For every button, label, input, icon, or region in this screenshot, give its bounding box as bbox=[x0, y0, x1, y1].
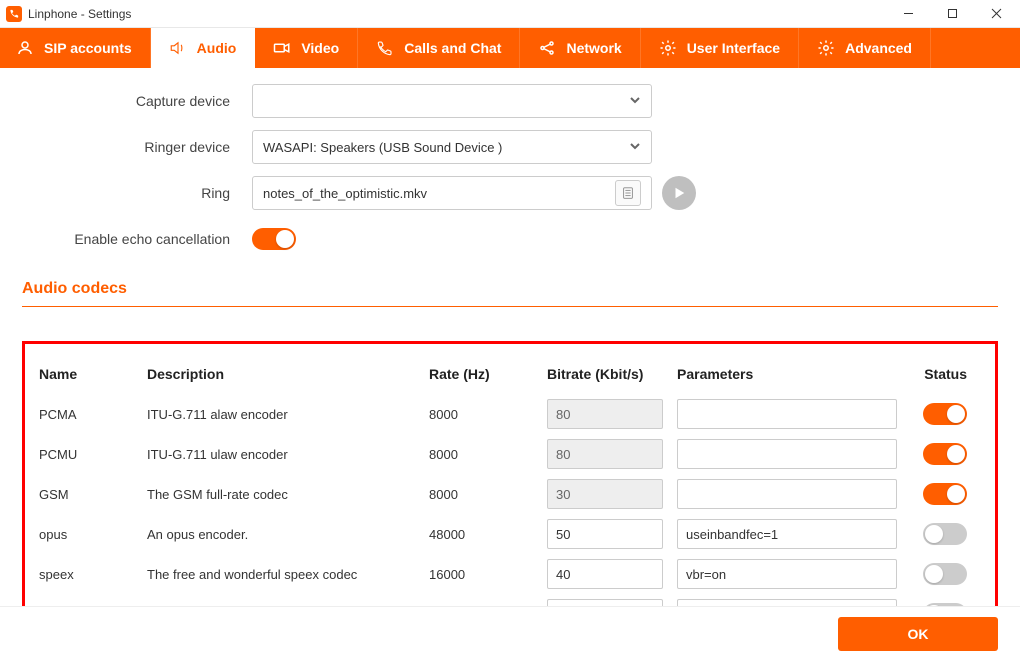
echo-cancel-label: Enable echo cancellation bbox=[22, 231, 252, 247]
select-value: WASAPI: Speakers (USB Sound Device ) bbox=[263, 140, 502, 155]
col-header-params: Parameters bbox=[677, 366, 907, 382]
params-input[interactable] bbox=[677, 559, 897, 589]
app-icon bbox=[6, 6, 22, 22]
codec-status-toggle[interactable] bbox=[923, 403, 967, 425]
col-header-status: Status bbox=[907, 366, 967, 382]
ringer-device-select[interactable]: WASAPI: Speakers (USB Sound Device ) bbox=[252, 130, 652, 164]
audio-codecs-heading: Audio codecs bbox=[22, 280, 998, 307]
tab-audio[interactable]: Audio bbox=[151, 28, 256, 68]
codec-name: opus bbox=[39, 527, 147, 542]
echo-cancel-toggle[interactable] bbox=[252, 228, 296, 250]
codec-rate: 16000 bbox=[429, 567, 547, 582]
ring-label: Ring bbox=[22, 185, 252, 201]
codec-desc: The GSM full-rate codec bbox=[147, 487, 429, 502]
bitrate-stepper[interactable]: +- bbox=[547, 439, 663, 469]
codec-rate: 8000 bbox=[429, 487, 547, 502]
capture-device-select[interactable] bbox=[252, 84, 652, 118]
codec-desc: The free and wonderful speex codec bbox=[147, 567, 429, 582]
params-input[interactable] bbox=[677, 399, 897, 429]
tab-label: Advanced bbox=[845, 40, 912, 56]
user-icon bbox=[16, 39, 34, 57]
col-header-name: Name bbox=[39, 366, 147, 382]
bitrate-stepper[interactable]: +- bbox=[547, 399, 663, 429]
codec-desc: An opus encoder. bbox=[147, 527, 429, 542]
codec-rate: 8000 bbox=[429, 407, 547, 422]
tab-bar: SIP accounts Audio Video Calls and Chat … bbox=[0, 28, 1020, 68]
tab-advanced[interactable]: Advanced bbox=[799, 28, 931, 68]
codec-row: PCMUITU-G.711 ulaw encoder8000+- bbox=[39, 434, 981, 474]
bitrate-stepper[interactable]: +- bbox=[547, 519, 663, 549]
capture-device-label: Capture device bbox=[22, 93, 252, 109]
ringer-device-label: Ringer device bbox=[22, 139, 252, 155]
codec-name: PCMU bbox=[39, 447, 147, 462]
tab-network[interactable]: Network bbox=[520, 28, 640, 68]
share-icon bbox=[538, 39, 556, 57]
params-input[interactable] bbox=[677, 439, 897, 469]
ring-play-button[interactable] bbox=[662, 176, 696, 210]
speaker-icon bbox=[169, 39, 187, 57]
bitrate-stepper[interactable]: +- bbox=[547, 559, 663, 589]
codec-row: speexThe free and wonderful speex codec1… bbox=[39, 554, 981, 594]
tab-label: Network bbox=[566, 40, 621, 56]
tab-label: User Interface bbox=[687, 40, 780, 56]
codec-name: speex bbox=[39, 567, 147, 582]
codec-row: opusAn opus encoder.48000+- bbox=[39, 514, 981, 554]
window-title: Linphone - Settings bbox=[28, 7, 131, 21]
codec-status-toggle[interactable] bbox=[923, 563, 967, 585]
codec-desc: ITU-G.711 alaw encoder bbox=[147, 407, 429, 422]
gear-icon bbox=[659, 39, 677, 57]
maximize-button[interactable] bbox=[930, 1, 974, 27]
codec-status-toggle[interactable] bbox=[923, 523, 967, 545]
codec-status-toggle[interactable] bbox=[923, 603, 967, 606]
minimize-button[interactable] bbox=[886, 1, 930, 27]
ring-file-input[interactable]: notes_of_the_optimistic.mkv bbox=[252, 176, 652, 210]
play-icon bbox=[672, 186, 686, 200]
col-header-desc: Description bbox=[147, 366, 429, 382]
col-header-bitrate: Bitrate (Kbit/s) bbox=[547, 366, 677, 382]
codec-name: PCMA bbox=[39, 407, 147, 422]
codec-row: GSMThe GSM full-rate codec8000+- bbox=[39, 474, 981, 514]
codec-rate: 48000 bbox=[429, 527, 547, 542]
titlebar: Linphone - Settings bbox=[0, 0, 1020, 28]
ring-file-value: notes_of_the_optimistic.mkv bbox=[263, 186, 427, 201]
tab-label: Video bbox=[301, 40, 339, 56]
tab-user-interface[interactable]: User Interface bbox=[641, 28, 799, 68]
file-browse-icon[interactable] bbox=[615, 180, 641, 206]
codec-header-row: Name Description Rate (Hz) Bitrate (Kbit… bbox=[39, 354, 981, 394]
gear-icon bbox=[817, 39, 835, 57]
tab-label: Calls and Chat bbox=[404, 40, 501, 56]
codec-row: speexThe free and wonderful speex codec8… bbox=[39, 594, 981, 606]
col-header-rate: Rate (Hz) bbox=[429, 366, 547, 382]
tab-sip-accounts[interactable]: SIP accounts bbox=[0, 28, 151, 68]
content-area: Capture device Ringer device WASAPI: Spe… bbox=[0, 68, 1020, 606]
phone-icon bbox=[376, 39, 394, 57]
chevron-down-icon bbox=[629, 140, 641, 155]
tab-label: Audio bbox=[197, 40, 237, 56]
codec-status-toggle[interactable] bbox=[923, 483, 967, 505]
codec-status-toggle[interactable] bbox=[923, 443, 967, 465]
tab-video[interactable]: Video bbox=[255, 28, 358, 68]
ok-button[interactable]: OK bbox=[838, 617, 998, 651]
footer: OK bbox=[0, 606, 1020, 660]
params-input[interactable] bbox=[677, 599, 897, 606]
bitrate-stepper[interactable]: +- bbox=[547, 599, 663, 606]
chevron-down-icon bbox=[629, 94, 641, 109]
codec-row: PCMAITU-G.711 alaw encoder8000+- bbox=[39, 394, 981, 434]
codec-table: Name Description Rate (Hz) Bitrate (Kbit… bbox=[22, 341, 998, 606]
tab-calls-chat[interactable]: Calls and Chat bbox=[358, 28, 520, 68]
codec-desc: ITU-G.711 ulaw encoder bbox=[147, 447, 429, 462]
bitrate-stepper[interactable]: +- bbox=[547, 479, 663, 509]
close-button[interactable] bbox=[974, 1, 1018, 27]
params-input[interactable] bbox=[677, 479, 897, 509]
params-input[interactable] bbox=[677, 519, 897, 549]
codec-rate: 8000 bbox=[429, 447, 547, 462]
codec-name: GSM bbox=[39, 487, 147, 502]
tab-label: SIP accounts bbox=[44, 40, 132, 56]
camera-icon bbox=[273, 39, 291, 57]
